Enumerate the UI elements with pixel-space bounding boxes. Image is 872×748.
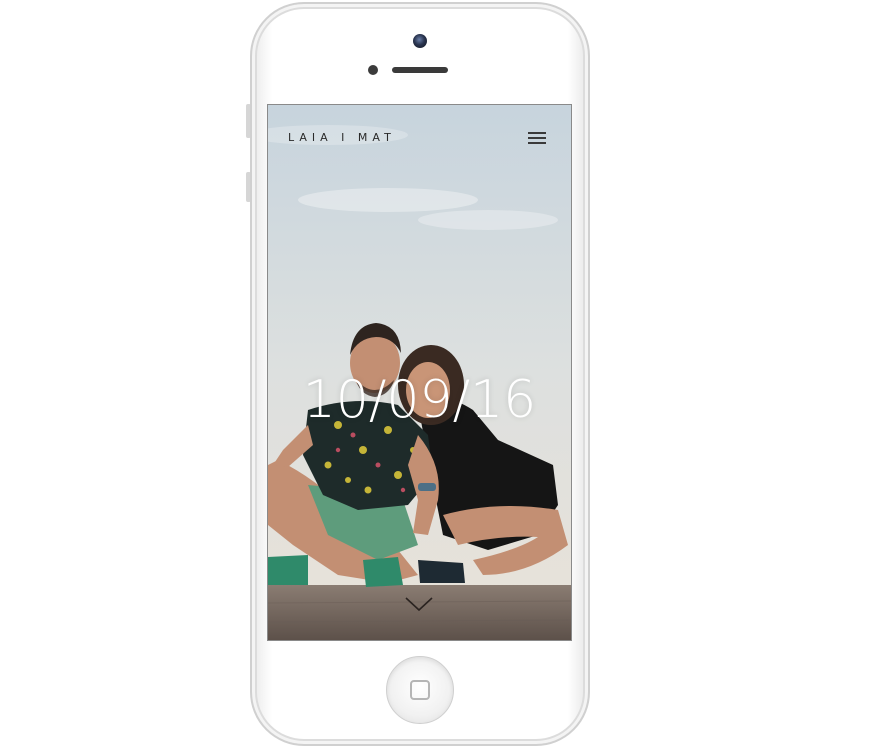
menu-line <box>528 142 546 144</box>
phone-screen: LAIA I MAT 10/09/16 <box>268 105 571 640</box>
chevron-down-icon[interactable] <box>404 595 434 613</box>
home-square-icon <box>410 680 430 700</box>
hamburger-menu-icon[interactable] <box>528 132 546 144</box>
earpiece-speaker <box>392 67 448 73</box>
home-button[interactable] <box>386 656 454 724</box>
menu-line <box>528 132 546 134</box>
device-mockup: LAIA I MAT 10/09/16 <box>0 0 872 748</box>
menu-line <box>528 137 546 139</box>
hero-date: 10/09/16 <box>302 370 537 430</box>
site-header: LAIA I MAT <box>268 105 571 165</box>
site-title[interactable]: LAIA I MAT <box>288 131 396 144</box>
front-camera-icon <box>413 34 427 48</box>
sensor-icon <box>368 65 378 75</box>
